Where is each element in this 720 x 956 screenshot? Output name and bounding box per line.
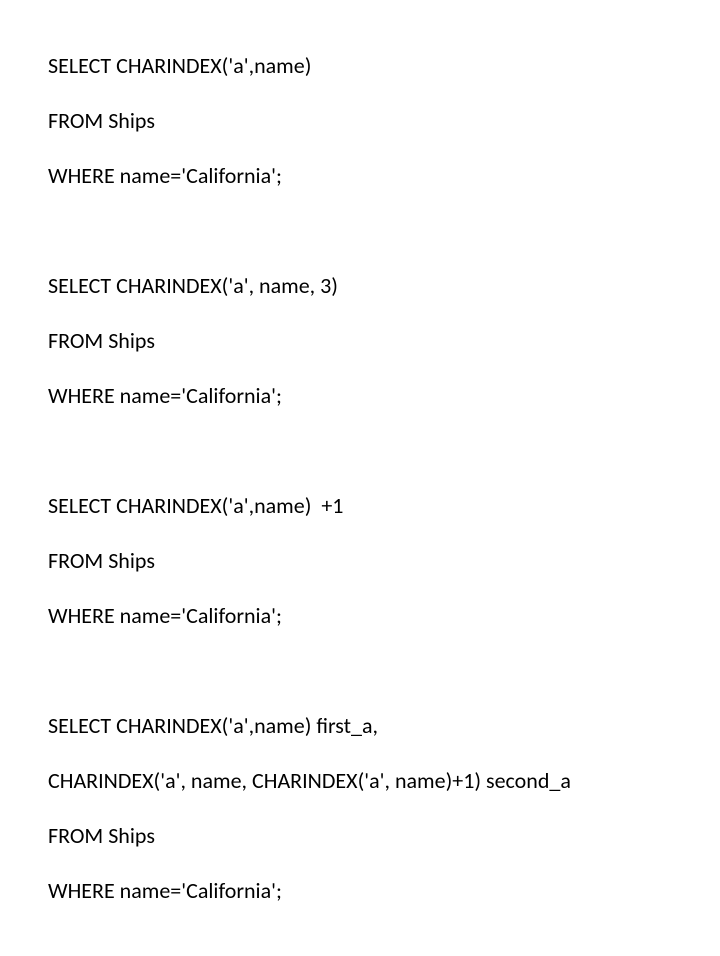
sql-document: SELECT CHARINDEX('a',name) FROM Ships WH… [0, 0, 720, 956]
blank-line [48, 437, 672, 465]
query-4-line-3: FROM Ships [48, 822, 672, 850]
query-4-line-4: WHERE name='California'; [48, 877, 672, 905]
query-2-line-1: SELECT CHARINDEX('a', name, 3) [48, 272, 672, 300]
query-3-line-2: FROM Ships [48, 547, 672, 575]
query-4-line-2: CHARINDEX('a', name, CHARINDEX('a', name… [48, 767, 672, 795]
query-1-line-1: SELECT CHARINDEX('a',name) [48, 52, 672, 80]
query-1-line-2: FROM Ships [48, 107, 672, 135]
blank-line [48, 657, 672, 685]
query-2-line-3: WHERE name='California'; [48, 382, 672, 410]
query-2-line-2: FROM Ships [48, 327, 672, 355]
blank-line [48, 217, 672, 245]
query-1-line-3: WHERE name='California'; [48, 162, 672, 190]
query-4-line-1: SELECT CHARINDEX('a',name) first_a, [48, 712, 672, 740]
query-3-line-1: SELECT CHARINDEX('a',name) +1 [48, 492, 672, 520]
query-3-line-3: WHERE name='California'; [48, 602, 672, 630]
